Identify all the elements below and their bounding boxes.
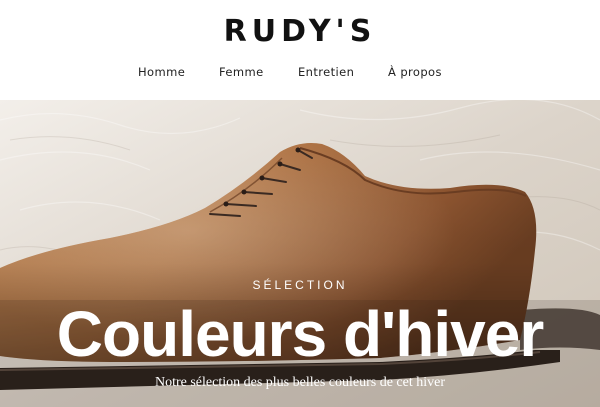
nav-link-femme[interactable]: Femme	[219, 62, 264, 82]
nav-link-homme[interactable]: Homme	[138, 62, 185, 82]
hero-kicker: SÉLECTION	[252, 278, 348, 292]
nav-link-a-propos[interactable]: À propos	[388, 62, 442, 82]
brand-logo[interactable]: RUDY'S	[0, 15, 600, 49]
hero-title[interactable]: Couleurs d'hiver	[0, 298, 600, 370]
site-header: RUDY'S Homme Femme Entretien À propos	[0, 0, 600, 100]
main-nav: Homme Femme Entretien À propos	[0, 62, 600, 82]
nav-link-entretien[interactable]: Entretien	[298, 62, 354, 82]
hero-subtitle: Notre sélection des plus belles couleurs…	[154, 375, 445, 390]
hero-banner[interactable]: SÉLECTION Couleurs d'hiver Notre sélecti…	[0, 100, 600, 407]
